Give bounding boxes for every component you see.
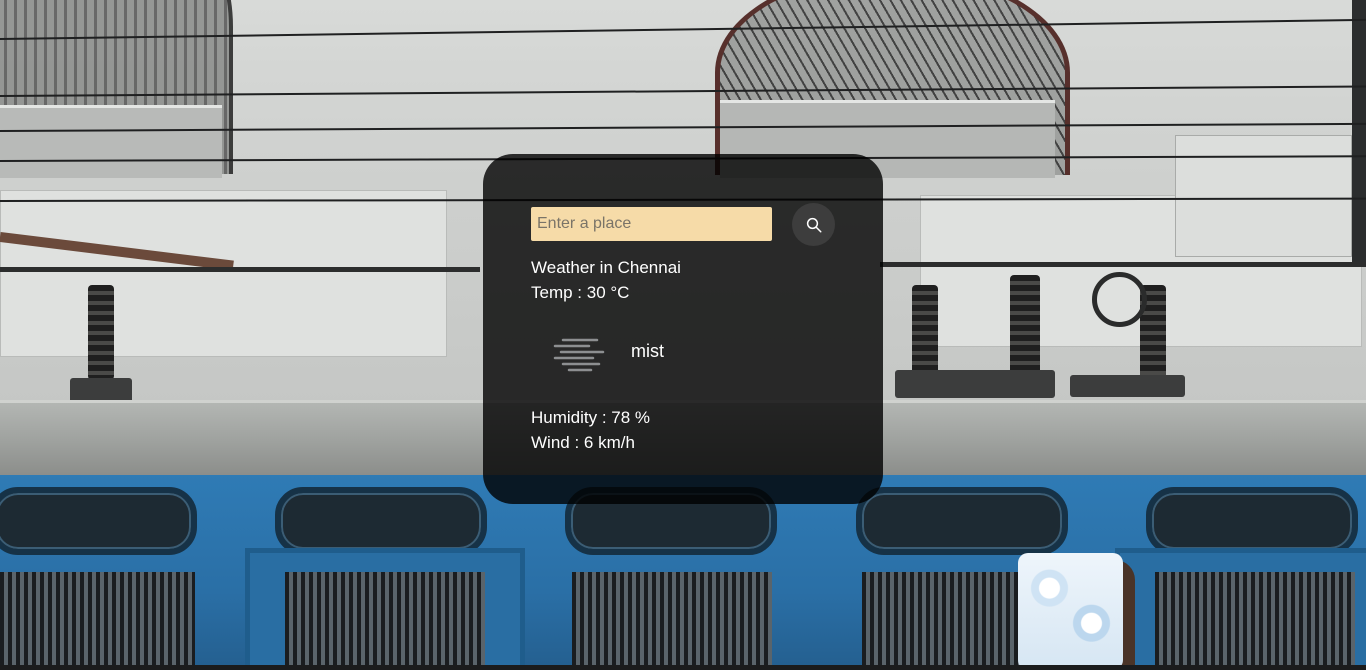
search-icon (806, 217, 821, 232)
train-window (0, 487, 197, 555)
vent-grille (1155, 572, 1355, 670)
search-input[interactable] (531, 207, 772, 241)
roof-rail (880, 262, 1366, 267)
vent-grille (572, 572, 772, 670)
condition-label: mist (631, 341, 664, 361)
train-window (1146, 487, 1358, 555)
train-window (856, 487, 1068, 555)
insulator-base (895, 370, 1055, 398)
coil (1092, 272, 1147, 327)
wall-box (1175, 135, 1352, 257)
insulator (88, 285, 114, 380)
background-photo: Weather in Chennai Temp : 30 °C mist Hum… (0, 0, 1366, 670)
location-heading: Weather in Chennai (531, 258, 681, 277)
insulator-base (1070, 375, 1185, 397)
water-bottle-pack (1018, 553, 1123, 670)
track-shadow (0, 665, 1366, 670)
vent-grille (0, 572, 195, 670)
window-sill (0, 105, 222, 178)
train-window (275, 487, 487, 555)
search-button[interactable] (792, 203, 835, 246)
weather-card: Weather in Chennai Temp : 30 °C mist Hum… (483, 154, 883, 504)
wall-edge (1352, 0, 1366, 265)
insulator (912, 285, 938, 375)
roof-rail (0, 267, 480, 272)
temperature-text: Temp : 30 °C (531, 283, 630, 302)
mist-icon (553, 338, 605, 372)
wind-text: Wind : 6 km/h (531, 433, 635, 452)
vent-grille (285, 572, 485, 670)
wall-panel (0, 190, 447, 357)
vent-grille (862, 572, 1022, 670)
humidity-text: Humidity : 78 % (531, 408, 651, 427)
insulator (1010, 275, 1040, 380)
